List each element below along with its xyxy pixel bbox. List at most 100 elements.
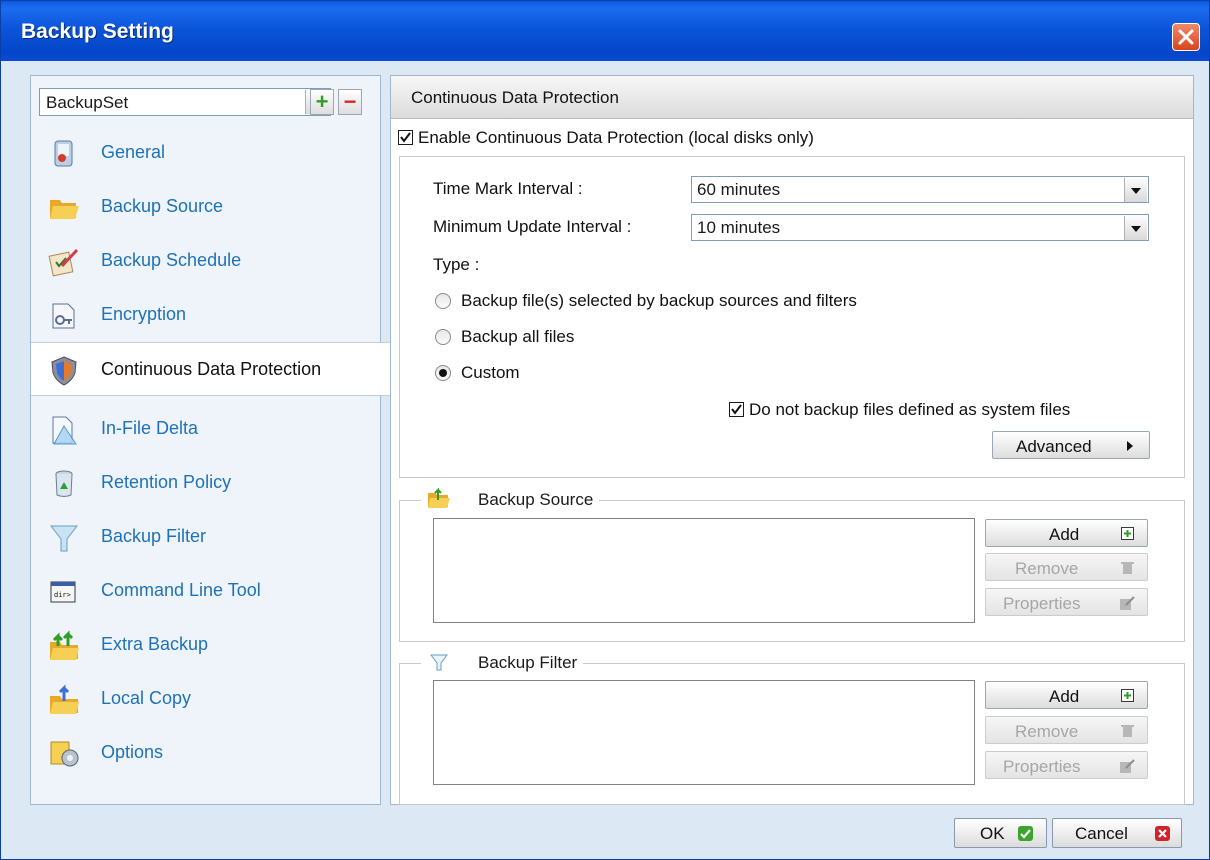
check-icon xyxy=(1018,826,1033,841)
cdp-settings-panel: Continuous Data Protection Enable Contin… xyxy=(390,75,1194,805)
remove-button-label: Remove xyxy=(1015,559,1079,578)
trash-icon xyxy=(1121,562,1134,574)
sidebar-item-encryption[interactable]: Encryption xyxy=(31,288,380,342)
folder-icon xyxy=(428,488,450,508)
sidebar-item-label: Extra Backup xyxy=(101,634,209,654)
panel-header: Continuous Data Protection xyxy=(391,76,1193,119)
backup-filter-properties-button[interactable]: Properties xyxy=(985,751,1148,779)
backup-filter-legend: Backup Filter xyxy=(421,649,584,673)
sidebar-item-in-file-delta[interactable]: In-File Delta xyxy=(31,402,380,456)
backupset-select[interactable]: BackupSet xyxy=(39,88,331,116)
sidebar-item-label: Backup Filter xyxy=(101,526,207,546)
type-radio-custom[interactable] xyxy=(435,365,451,381)
chevron-down-icon[interactable] xyxy=(1124,216,1147,240)
sidebar-item-label: Command Line Tool xyxy=(101,580,261,600)
checkmark-icon xyxy=(731,404,742,415)
svg-text:dir>: dir> xyxy=(54,591,71,599)
type-option-label: Backup file(s) selected by backup source… xyxy=(461,291,857,310)
time-mark-interval-select[interactable]: 60 minutes xyxy=(691,176,1149,203)
add-icon xyxy=(1121,689,1134,702)
shield-icon xyxy=(51,356,77,386)
backup-source-remove-button[interactable]: Remove xyxy=(985,553,1148,581)
filter-icon xyxy=(430,654,448,671)
remove-button-label: Remove xyxy=(1015,722,1079,741)
type-radio-selected-sources[interactable] xyxy=(435,293,451,309)
recycle-bin-icon xyxy=(55,470,73,497)
sidebar-item-general[interactable]: General xyxy=(31,126,380,180)
edit-icon xyxy=(1120,596,1135,610)
options-icon xyxy=(50,741,79,767)
time-mark-interval-label: Time Mark Interval : xyxy=(433,179,583,198)
schedule-icon xyxy=(48,248,79,277)
panel-title: Continuous Data Protection xyxy=(411,88,619,107)
backup-setting-window: Backup Setting BackupSet + − General Bac… xyxy=(0,0,1210,860)
sidebar-item-continuous-data-protection[interactable]: Continuous Data Protection xyxy=(31,342,390,396)
x-icon xyxy=(1155,826,1170,841)
sidebar-item-label: General xyxy=(101,142,166,162)
sidebar-item-backup-source[interactable]: Backup Source xyxy=(31,180,380,234)
sidebar-item-backup-schedule[interactable]: Backup Schedule xyxy=(31,234,380,288)
min-update-interval-select[interactable]: 10 minutes xyxy=(691,214,1149,241)
chevron-right-icon xyxy=(1127,441,1133,451)
backup-filter-title: Backup Filter xyxy=(478,653,578,672)
ok-button-label: OK xyxy=(980,824,1005,843)
sidebar-item-command-line-tool[interactable]: dir> Command Line Tool xyxy=(31,564,380,618)
backup-source-list[interactable] xyxy=(433,518,975,623)
remove-backupset-button[interactable]: − xyxy=(338,89,362,115)
sidebar-item-backup-filter[interactable]: Backup Filter xyxy=(31,510,380,564)
cdp-options-group: Time Mark Interval : 60 minutes Minimum … xyxy=(399,156,1185,478)
backup-filter-remove-button[interactable]: Remove xyxy=(985,716,1148,744)
backup-source-add-button[interactable]: Add xyxy=(985,519,1148,547)
close-button[interactable] xyxy=(1172,23,1200,51)
sidebar-item-extra-backup[interactable]: Extra Backup xyxy=(31,618,380,672)
title-bar: Backup Setting xyxy=(1,1,1209,61)
settings-sidebar: BackupSet + − General Backup Source Back… xyxy=(30,75,390,805)
backup-source-title: Backup Source xyxy=(478,490,594,509)
add-button-label: Add xyxy=(1049,525,1080,544)
type-radio-all-files[interactable] xyxy=(435,329,451,345)
enable-cdp-checkbox[interactable] xyxy=(398,130,413,145)
sidebar-item-label: Retention Policy xyxy=(101,472,232,492)
backup-filter-list[interactable] xyxy=(433,680,975,785)
sidebar-item-label: Encryption xyxy=(101,304,187,324)
extra-backup-icon xyxy=(50,630,79,660)
delta-icon xyxy=(52,416,77,445)
sidebar-item-label: Local Copy xyxy=(101,688,192,708)
type-label: Type : xyxy=(433,255,480,274)
plus-icon: + xyxy=(315,89,329,114)
backup-filter-add-button[interactable]: Add xyxy=(985,681,1148,709)
checkmark-icon xyxy=(400,132,411,143)
trash-icon xyxy=(1121,725,1134,737)
add-icon xyxy=(1121,527,1134,540)
cancel-button[interactable]: Cancel xyxy=(1052,818,1182,848)
sidebar-item-local-copy[interactable]: Local Copy xyxy=(31,672,380,726)
backupset-select-value: BackupSet xyxy=(46,93,129,112)
local-copy-icon xyxy=(50,684,79,714)
enable-cdp-label: Enable Continuous Data Protection (local… xyxy=(418,128,814,147)
sidebar-item-label: Backup Schedule xyxy=(101,250,242,270)
add-backupset-button[interactable]: + xyxy=(310,89,334,115)
command-line-icon: dir> xyxy=(50,581,76,603)
filter-icon xyxy=(49,525,79,552)
sidebar-item-label: In-File Delta xyxy=(101,418,199,438)
type-option-label: Backup all files xyxy=(461,327,575,346)
window-title: Backup Setting xyxy=(21,20,174,43)
time-mark-interval-value: 60 minutes xyxy=(697,180,781,199)
min-update-interval-label: Minimum Update Interval : xyxy=(433,217,632,236)
sidebar-item-options[interactable]: Options xyxy=(31,726,380,780)
chevron-down-icon[interactable] xyxy=(1124,178,1147,202)
exclude-system-files-label: Do not backup files defined as system fi… xyxy=(749,400,1071,419)
sidebar-item-retention-policy[interactable]: Retention Policy xyxy=(31,456,380,510)
advanced-button[interactable]: Advanced xyxy=(992,431,1150,459)
general-icon xyxy=(54,140,73,167)
minus-icon: − xyxy=(343,89,357,114)
sidebar-item-label: Continuous Data Protection xyxy=(101,359,322,379)
folder-icon xyxy=(50,200,79,219)
backup-source-legend: Backup Source xyxy=(421,486,600,510)
exclude-system-files-checkbox[interactable] xyxy=(729,402,744,417)
ok-button[interactable]: OK xyxy=(954,818,1047,848)
type-option-label: Custom xyxy=(461,363,520,382)
backup-source-properties-button[interactable]: Properties xyxy=(985,588,1148,616)
properties-button-label: Properties xyxy=(1003,757,1081,776)
min-update-interval-value: 10 minutes xyxy=(697,218,781,237)
